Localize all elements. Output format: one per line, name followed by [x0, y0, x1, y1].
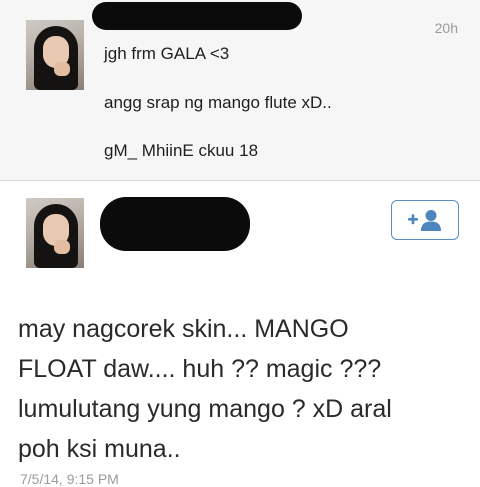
tweet-body: may nagcorek skin... MANGO FLOAT daw....… [18, 309, 468, 469]
redacted-username [100, 197, 250, 251]
tweet-timestamp: 20h [434, 20, 458, 36]
user-avatar[interactable] [26, 198, 84, 268]
tweet-text-line: may nagcorek skin... MANGO [18, 315, 349, 343]
tweet-text-line: gM_ MhiinE ckuu 18 [104, 141, 259, 160]
user-avatar[interactable] [26, 20, 84, 90]
tweet-date: 7/5/14, 9:15 PM [20, 471, 119, 487]
tweet-text-line: jgh frm GALA <3 [104, 44, 230, 63]
redacted-username [92, 2, 302, 30]
avatar-hand [54, 62, 70, 76]
tweet-text-line: poh ksi muna.. [18, 435, 181, 463]
reply-tweet[interactable]: 20h jgh frm GALA <3 angg srap ng mango f… [0, 0, 480, 181]
tweet-text-line: lumulutang yung mango ? xD aral [18, 395, 392, 423]
tweet-text-line: FLOAT daw.... huh ?? magic ??? [18, 355, 382, 383]
tweet-text-line: angg srap ng mango flute xD.. [104, 93, 332, 112]
add-user-icon [408, 210, 441, 231]
avatar-hand [54, 240, 70, 254]
follow-button[interactable] [391, 200, 459, 240]
